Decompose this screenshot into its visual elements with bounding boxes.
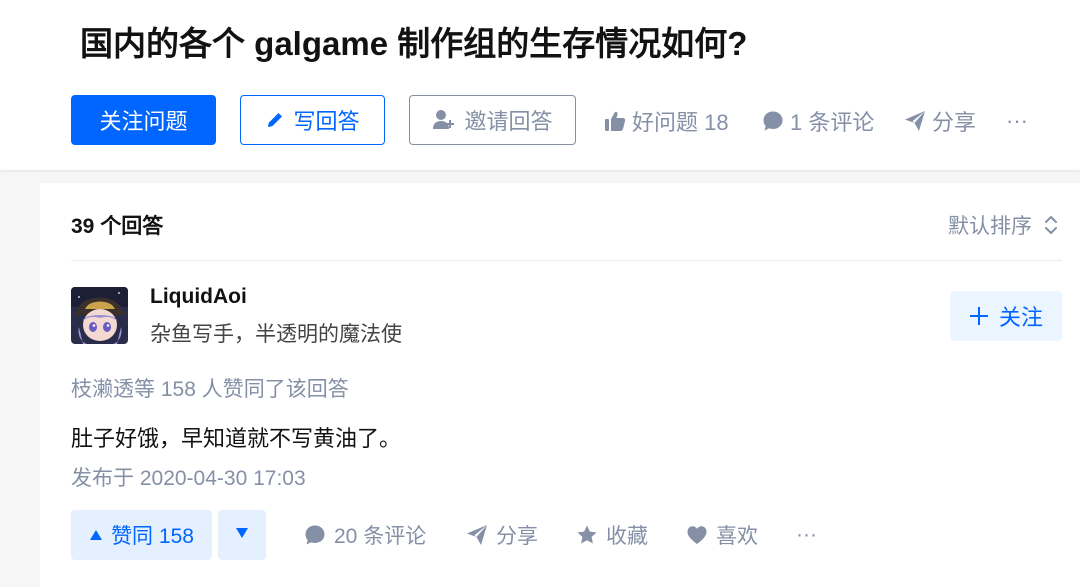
question-more-button[interactable]: ···: [1006, 106, 1028, 136]
upvote-label: 赞同 158: [111, 525, 194, 548]
follow-question-button[interactable]: 关注问题: [71, 95, 216, 145]
comment-icon: [762, 110, 784, 132]
published-time[interactable]: 发布于 2020-04-30 17:03: [71, 462, 306, 492]
answer-comments-button[interactable]: 20 条评论: [304, 520, 426, 550]
invite-user-icon: [432, 109, 456, 131]
upvote-triangle-icon: [89, 529, 103, 541]
collect-button[interactable]: 收藏: [576, 520, 648, 550]
comment-icon: [304, 524, 326, 546]
question-header: 国内的各个 galgame 制作组的生存情况如何? 关注问题 写回答 邀请回答 …: [0, 0, 1080, 170]
share-icon: [466, 524, 488, 546]
good-question-label: 好问题 18: [632, 110, 729, 135]
thumbs-up-icon: [604, 110, 626, 132]
invite-answer-label: 邀请回答: [464, 109, 553, 134]
avatar[interactable]: [71, 287, 128, 344]
sort-icon: [1044, 214, 1058, 236]
answer-more-label: ···: [796, 523, 817, 546]
star-icon: [576, 524, 598, 546]
question-share-label: 分享: [932, 110, 977, 135]
author-name[interactable]: LiquidAoi: [150, 285, 247, 309]
question-comments-button[interactable]: 1 条评论: [762, 106, 874, 136]
upvote-button[interactable]: 赞同 158: [71, 510, 212, 560]
question-more-label: ···: [1006, 108, 1028, 133]
like-button[interactable]: 喜欢: [686, 520, 758, 550]
invite-answer-button[interactable]: 邀请回答: [409, 95, 576, 145]
answer-share-label: 分享: [496, 525, 538, 548]
answer-count: 39 个回答: [71, 215, 164, 238]
follow-question-label: 关注问题: [99, 109, 188, 134]
answer-comments-label: 20 条评论: [334, 525, 427, 548]
collect-label: 收藏: [606, 525, 648, 548]
downvote-button[interactable]: [218, 510, 266, 560]
answer-content: 肚子好饿，早知道就不写黄油了。: [71, 426, 402, 451]
share-icon: [904, 110, 926, 132]
sort-dropdown[interactable]: 默认排序: [948, 210, 1058, 240]
like-label: 喜欢: [716, 525, 758, 548]
question-title: 国内的各个 galgame 制作组的生存情况如何?: [80, 25, 748, 62]
answer-more-button[interactable]: ···: [796, 520, 817, 550]
likers-summary[interactable]: 枝濑透等 158 人赞同了该回答: [71, 373, 349, 403]
good-question-button[interactable]: 好问题 18: [604, 106, 729, 136]
plus-icon: [969, 306, 989, 326]
sort-label: 默认排序: [948, 215, 1032, 238]
answers-card: 39 个回答 默认排序 LiquidAoi 杂鱼写手，半透明的魔法使 关注 枝濑…: [40, 183, 1080, 587]
answer-share-button[interactable]: 分享: [466, 520, 538, 550]
heart-icon: [686, 524, 708, 546]
divider: [71, 260, 1062, 261]
pencil-icon: [265, 110, 285, 130]
question-share-button[interactable]: 分享: [904, 106, 976, 136]
downvote-triangle-icon: [235, 526, 249, 544]
write-answer-label: 写回答: [293, 109, 360, 134]
follow-user-label: 关注: [998, 305, 1043, 330]
write-answer-button[interactable]: 写回答: [240, 95, 385, 145]
author-bio: 杂鱼写手，半透明的魔法使: [150, 323, 402, 346]
question-comments-label: 1 条评论: [790, 110, 875, 135]
follow-user-button[interactable]: 关注: [950, 291, 1062, 341]
